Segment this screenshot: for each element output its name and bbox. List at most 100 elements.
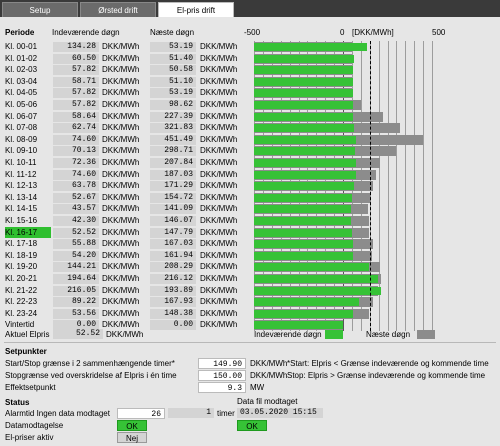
current-day-unit: DKK/MWh xyxy=(102,76,140,86)
next-day-unit: DKK/MWh xyxy=(200,250,238,260)
current-day-unit: DKK/MWh xyxy=(102,88,140,98)
current-day-unit: DKK/MWh xyxy=(102,53,140,63)
current-day-bar xyxy=(254,66,354,75)
table-row: Kl. 11-12 74.60 DKK/MWh 187.03 DKK/MWh xyxy=(0,169,500,180)
current-day-unit: DKK/MWh xyxy=(102,42,140,51)
period-label: Kl. 13-14 xyxy=(5,192,38,202)
next-day-unit: DKK/MWh xyxy=(200,285,238,295)
period-label: Kl. 17-18 xyxy=(5,239,38,249)
table-row: Kl. 03-04 58.71 DKK/MWh 51.10 DKK/MWh xyxy=(0,76,500,87)
current-day-value: 194.64 xyxy=(53,274,99,284)
current-day-value: 134.28 xyxy=(53,42,99,52)
current-day-bar xyxy=(254,112,354,121)
current-day-value: 55.88 xyxy=(53,239,99,250)
data-received-label: Datamodtagelse xyxy=(5,421,64,430)
price-bar-track xyxy=(254,88,432,99)
current-day-bar xyxy=(254,205,351,214)
period-label: Kl. 04-05 xyxy=(5,88,38,98)
current-day-value: 54.20 xyxy=(53,250,99,261)
current-day-unit: DKK/MWh xyxy=(102,181,140,191)
next-day-unit: DKK/MWh xyxy=(200,262,238,272)
next-day-value: 171.29 xyxy=(150,181,196,192)
price-bar-track xyxy=(254,274,432,284)
current-day-value: 57.82 xyxy=(53,88,99,99)
alarm-label: Alarmtid Ingen data modtaget xyxy=(5,409,110,418)
next-day-unit: DKK/MWh xyxy=(200,134,238,144)
current-day-bar xyxy=(254,43,367,51)
current-day-bar xyxy=(254,321,343,330)
scale-max-label: 500 xyxy=(432,28,446,37)
period-label: Kl. 02-03 xyxy=(5,65,38,75)
next-day-value: 148.38 xyxy=(150,308,196,319)
table-row: Kl. 07-08 62.74 DKK/MWh 321.83 DKK/MWh xyxy=(0,122,500,134)
current-day-unit: DKK/MWh xyxy=(102,146,140,156)
setpoint-startstop-label: Start/Stop grænse i 2 sammenhængende tim… xyxy=(5,359,175,368)
current-day-unit: DKK/MWh xyxy=(102,227,140,237)
current-day-bar xyxy=(254,251,353,260)
next-day-value: 0.00 xyxy=(150,320,196,331)
data-file-indicator: OK xyxy=(237,420,267,431)
current-day-bar xyxy=(254,298,359,307)
current-day-unit: DKK/MWh xyxy=(102,308,140,318)
next-day-value: 53.19 xyxy=(150,42,196,52)
data-received-indicator: OK xyxy=(117,420,147,431)
price-bar-track xyxy=(254,42,432,52)
current-day-bar xyxy=(254,124,355,133)
price-bar-track xyxy=(254,146,432,157)
next-day-value: 161.94 xyxy=(150,250,196,261)
current-day-bar xyxy=(254,309,353,318)
current-day-value: 57.82 xyxy=(53,65,99,76)
price-bar-track xyxy=(254,239,432,250)
next-day-unit: DKK/MWh xyxy=(200,320,238,330)
price-bar-track xyxy=(254,111,432,122)
alarm-hours-input[interactable]: 26 xyxy=(117,408,165,419)
setpoint-stop-input[interactable]: 150.00 xyxy=(198,370,246,381)
price-bar-track xyxy=(254,100,432,110)
current-day-unit: DKK/MWh xyxy=(102,239,140,249)
current-day-bar xyxy=(254,159,356,167)
period-label: Kl. 01-02 xyxy=(5,53,38,63)
current-day-value: 58.71 xyxy=(53,76,99,87)
setpoint-startstop-unit: DKK/MWh xyxy=(250,359,288,368)
tab-setup[interactable]: Setup xyxy=(2,2,78,17)
period-label: Kl. 20-21 xyxy=(5,274,38,283)
header-current-day: Indeværende døgn xyxy=(52,28,120,37)
current-day-value: 144.21 xyxy=(53,262,99,273)
legend-next-label: Næste døgn xyxy=(366,330,411,339)
tab-orsted-drift[interactable]: Ørsted drift xyxy=(80,2,156,17)
current-day-bar xyxy=(254,228,353,237)
next-day-value: 147.79 xyxy=(150,227,196,238)
setpoint-startstop-input[interactable]: 149.90 xyxy=(198,358,246,369)
current-day-unit: DKK/MWh xyxy=(102,204,140,214)
next-day-unit: DKK/MWh xyxy=(200,227,238,237)
current-price-value: 52.52 xyxy=(53,329,103,339)
header-next-day: Næste døgn xyxy=(150,28,195,37)
elpris-active-label: El-priser aktiv xyxy=(5,433,54,442)
next-day-unit: DKK/MWh xyxy=(200,111,238,121)
current-day-unit: DKK/MWh xyxy=(102,297,140,307)
current-day-unit: DKK/MWh xyxy=(102,111,140,121)
table-row: Kl. 02-03 57.82 DKK/MWh 50.58 DKK/MWh xyxy=(0,64,500,76)
period-label: Kl. 23-24 xyxy=(5,308,38,318)
next-day-value: 451.49 xyxy=(150,134,196,145)
next-day-unit: DKK/MWh xyxy=(200,65,238,75)
current-day-bar xyxy=(254,193,353,202)
scale-zero-label: 0 xyxy=(340,28,345,37)
current-day-value: 63.78 xyxy=(53,181,99,192)
tab-elpris-drift[interactable]: El-pris drift xyxy=(158,2,234,17)
header-period: Periode xyxy=(5,28,35,37)
next-day-unit: DKK/MWh xyxy=(200,100,238,109)
current-day-bar xyxy=(254,77,354,86)
data-file-time: 03.05.2020 15:15 xyxy=(237,408,323,418)
current-day-bar xyxy=(254,182,355,191)
period-label: Kl. 16-17 xyxy=(5,226,51,238)
current-day-value: 74.60 xyxy=(53,134,99,145)
table-row: Kl. 23-24 53.56 DKK/MWh 148.38 DKK/MWh xyxy=(0,308,500,319)
current-day-bar xyxy=(254,275,378,283)
current-day-bar xyxy=(254,286,382,295)
next-day-value: 51.10 xyxy=(150,76,196,87)
setpoint-power-input[interactable]: 9.3 xyxy=(198,382,246,393)
current-price-unit: DKK/MWh xyxy=(106,330,144,339)
period-label: Kl. 15-16 xyxy=(5,216,38,225)
table-row: Kl. 20-21 194.64 DKK/MWh 216.12 DKK/MWh xyxy=(0,273,500,284)
